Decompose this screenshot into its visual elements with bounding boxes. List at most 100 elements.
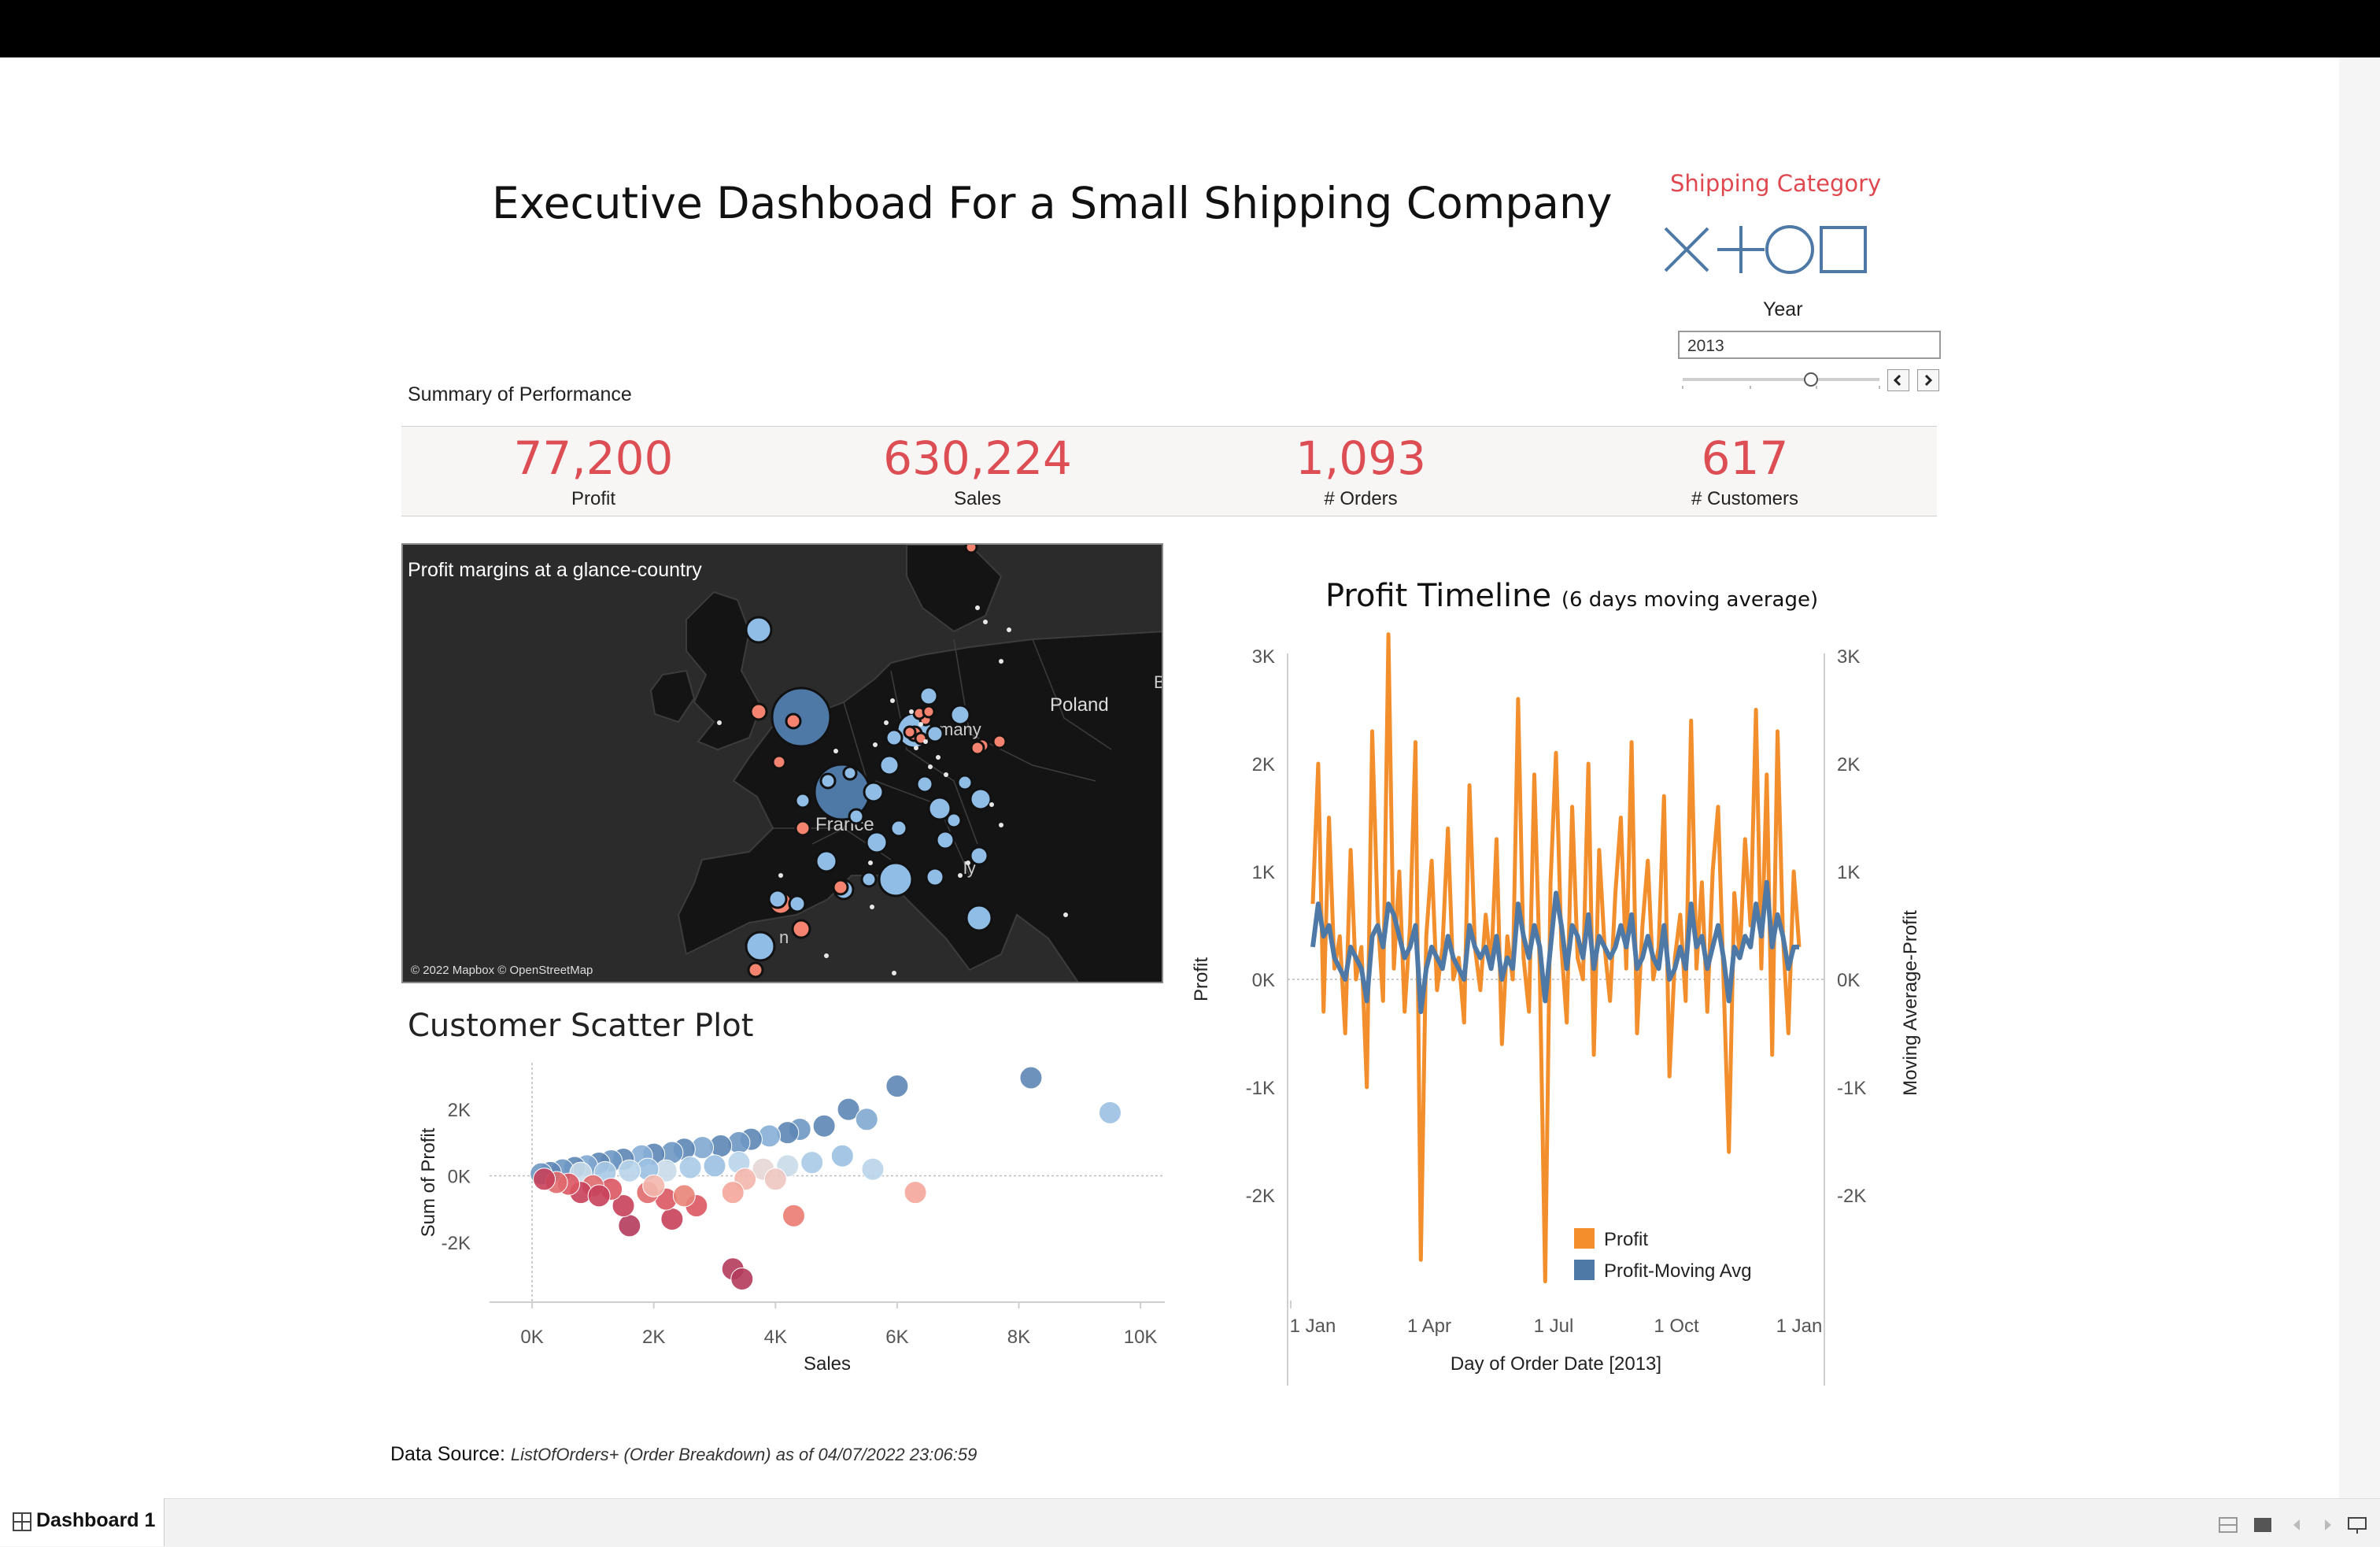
profit-timeline-chart[interactable]: 3K 3K 2K 2K 1K 1K 0K 0K -1K -1K -2K -2K Profit Moving… — [1181, 630, 1952, 1393]
year-input[interactable]: 2013 — [1678, 331, 1941, 359]
map-bubble[interactable] — [791, 919, 811, 939]
map-bubble[interactable] — [878, 754, 900, 776]
map-bubble[interactable] — [767, 889, 788, 909]
year-label: Year — [1763, 298, 1803, 320]
map-title: Profit margins at a glance-country — [408, 559, 702, 581]
map-bubble[interactable] — [964, 545, 978, 554]
map-bubble[interactable] — [915, 775, 934, 794]
y-tick-label: 1K — [1252, 862, 1275, 883]
map-bubble[interactable] — [842, 765, 858, 781]
y-axis-title: Sum of Profit — [418, 1127, 439, 1237]
x-axis-title: Day of Order Date [2013] — [1451, 1353, 1661, 1375]
y-tick-label: 0K — [448, 1167, 471, 1188]
map-bubble[interactable] — [848, 808, 865, 825]
scatter-point — [885, 1075, 909, 1098]
map-bubble[interactable] — [969, 846, 989, 866]
x-tick-label: 1 Jan — [1776, 1316, 1823, 1337]
map-bubble[interactable] — [935, 830, 955, 850]
map-bubble[interactable] — [771, 687, 832, 748]
map-bubble[interactable] — [785, 712, 802, 730]
kpi-profit: 77,200 Profit — [401, 427, 785, 510]
map-bubble[interactable] — [860, 871, 878, 888]
chevron-left-icon — [1893, 374, 1901, 387]
map-bubble[interactable] — [885, 728, 904, 747]
data-source-value: ListOfOrders+ (Order Breakdown) as of 04… — [510, 1445, 978, 1464]
map-bubble[interactable] — [745, 616, 773, 644]
legend-swatch — [1574, 1228, 1595, 1249]
map-bubble[interactable] — [925, 867, 945, 887]
circle-shape-icon[interactable] — [1765, 225, 1814, 274]
profit-line — [1310, 632, 1802, 1284]
scatter-point — [855, 1108, 878, 1131]
presentation-icon[interactable] — [2348, 1517, 2367, 1534]
scatter-point — [800, 1151, 824, 1175]
map-bubble[interactable] — [815, 849, 838, 873]
map-bubble[interactable] — [969, 787, 992, 811]
scatter-point — [672, 1184, 696, 1208]
x-tick-label: 0K — [520, 1327, 543, 1348]
map-bubble[interactable] — [794, 820, 811, 837]
next-sheet-icon[interactable] — [2325, 1519, 2331, 1530]
x-tick-label: 1 Oct — [1654, 1316, 1699, 1337]
scatter-point — [812, 1114, 836, 1138]
map-bubble[interactable] — [878, 861, 914, 897]
vertical-scroll-gutter[interactable] — [2339, 57, 2380, 1498]
y2-tick-label: 3K — [1837, 646, 1860, 668]
map-bubble[interactable] — [926, 724, 944, 743]
x-tick-label: 2K — [642, 1327, 665, 1348]
year-previous-button[interactable] — [1887, 369, 1909, 391]
slider-handle[interactable] — [1804, 372, 1818, 387]
prev-sheet-icon[interactable] — [2293, 1519, 2300, 1530]
legend-swatch — [1574, 1260, 1595, 1280]
map-bubble[interactable] — [745, 931, 776, 962]
filmstrip-view-icon[interactable] — [2254, 1518, 2271, 1532]
scatter-point — [861, 1157, 885, 1181]
map-bubbles[interactable] — [403, 545, 1163, 983]
map-bubble[interactable] — [889, 819, 908, 838]
map-bubble[interactable] — [863, 781, 885, 803]
map-bubble[interactable] — [749, 702, 768, 721]
map-bubble[interactable] — [788, 894, 807, 913]
profit-map[interactable]: Poland many France ly n B — [401, 543, 1163, 983]
x-axis-title: Sales — [804, 1353, 851, 1375]
y2-tick-label: 0K — [1837, 970, 1860, 991]
map-bubble[interactable] — [903, 725, 917, 739]
grid-view-icon[interactable] — [2219, 1517, 2238, 1533]
x-tick-label: 1 Jul — [1534, 1316, 1574, 1337]
year-next-button[interactable] — [1917, 369, 1939, 391]
scatter-point — [642, 1174, 666, 1197]
map-bubble[interactable] — [922, 705, 936, 719]
map-bubble[interactable] — [918, 686, 939, 706]
square-shape-icon[interactable] — [1820, 226, 1867, 273]
y2-tick-label: -2K — [1837, 1186, 1866, 1207]
map-bubble[interactable] — [747, 961, 764, 979]
map-bubble[interactable] — [970, 740, 985, 756]
kpi-value: 1,093 — [1295, 431, 1427, 485]
map-bubble[interactable] — [819, 772, 837, 790]
map-credit[interactable]: © 2022 Mapbox © OpenStreetMap — [411, 964, 593, 977]
timeline-title-text: Profit Timeline — [1325, 578, 1552, 614]
scatter-point — [721, 1181, 745, 1205]
map-bubble[interactable] — [965, 904, 993, 932]
kpi-orders: 1,093 # Orders — [1169, 427, 1553, 510]
map-bubble[interactable] — [949, 704, 971, 726]
y2-tick-label: 1K — [1837, 862, 1860, 883]
map-bubble[interactable] — [865, 831, 889, 854]
map-bubble[interactable] — [771, 754, 787, 770]
tab-dashboard-1[interactable]: Dashboard 1 — [0, 1498, 164, 1546]
scatter-title: Customer Scatter Plot — [408, 1008, 754, 1044]
customer-scatter-chart[interactable]: 0K 2K 4K 6K 8K 10K 2K 0K -2K Sales Sum of Profit — [401, 1055, 1173, 1386]
bottom-toolbar-icons — [2219, 1517, 2367, 1534]
map-bubble[interactable] — [956, 774, 974, 791]
plus-shape-icon[interactable] — [1717, 226, 1765, 273]
x-shape-icon[interactable] — [1664, 227, 1709, 272]
scatter-point — [830, 1144, 854, 1168]
scatter-point — [678, 1156, 702, 1179]
dashboard-grid-icon — [13, 1512, 31, 1531]
y-tick-label: 3K — [1252, 646, 1275, 668]
timeline-subtitle: (6 days moving average) — [1561, 588, 1819, 612]
map-bubble[interactable] — [945, 812, 963, 829]
map-bubble[interactable] — [794, 792, 811, 809]
map-bubble[interactable] — [992, 734, 1007, 749]
map-bubble[interactable] — [832, 879, 849, 896]
